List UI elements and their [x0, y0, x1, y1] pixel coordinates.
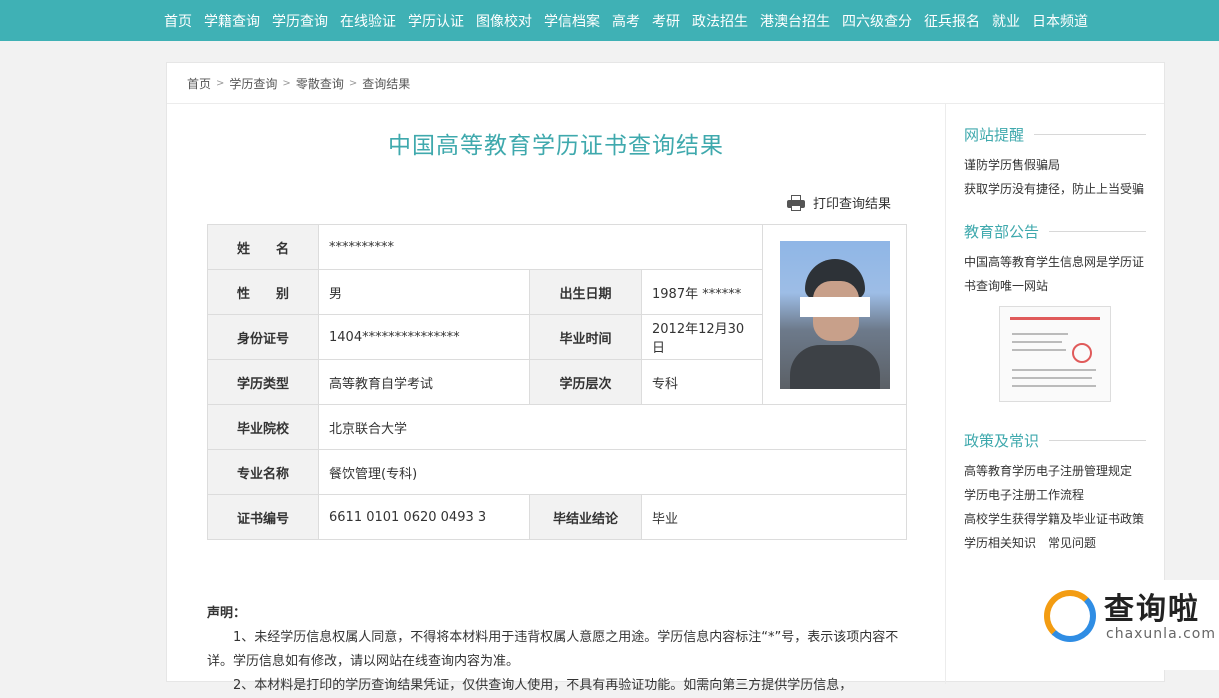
table-row: 证书编号 6611 0101 0620 0493 3 毕结业结论 毕业: [207, 494, 907, 540]
nav-item-japan[interactable]: 日本频道: [1026, 11, 1094, 31]
ministry-notice-image[interactable]: [999, 306, 1111, 402]
top-nav: 首页 学籍查询 学历查询 在线验证 学历认证 图像校对 学信档案 高考 考研 政…: [0, 0, 1219, 41]
result-table: 姓 名 ********** 性 别 男 出生日期 1987年 ****** 身…: [207, 224, 907, 540]
sidebar-link[interactable]: 高等教育学历电子注册管理规定: [964, 459, 1146, 483]
watermark-domain: chaxunla.com: [1106, 626, 1216, 642]
nav-item-archive[interactable]: 学信档案: [538, 11, 606, 31]
cert-label: 证书编号: [207, 494, 319, 540]
watermark-text: 查询啦: [1104, 592, 1200, 627]
sidebar-link[interactable]: 学历电子注册工作流程: [964, 483, 1146, 507]
sidebar-link[interactable]: 学历相关知识 常见问题: [964, 531, 1146, 555]
breadcrumb: 首页 > 学历查询 > 零散查询 > 查询结果: [187, 75, 410, 92]
school-label: 毕业院校: [207, 404, 319, 450]
sidebar-links-ministry: 中国高等教育学生信息网是学历证 书查询唯一网站: [964, 250, 1146, 298]
table-row: 姓 名 **********: [207, 224, 907, 405]
major-value: 餐饮管理(专科): [318, 449, 907, 495]
nav-item-kaoyan[interactable]: 考研: [646, 11, 686, 31]
major-label: 专业名称: [207, 449, 319, 495]
sidebar-link[interactable]: 获取学历没有捷径，防止上当受骗: [964, 177, 1146, 201]
declaration-item-2: 2、本材料是打印的学历查询结果凭证，仅供查询人使用，不具有再验证功能。如需向第三…: [233, 678, 853, 693]
breadcrumb-degree-query[interactable]: 学历查询: [229, 75, 277, 92]
gender-value: 男: [318, 269, 530, 315]
nav-item-jobs[interactable]: 就业: [986, 11, 1026, 31]
breadcrumb-separator: >: [216, 78, 225, 89]
content-card: 首页 > 学历查询 > 零散查询 > 查询结果 中国高等教育学历证书查询结果 打…: [166, 62, 1165, 693]
school-value: 北京联合大学: [318, 404, 907, 450]
main-panel: 中国高等教育学历证书查询结果 打印查询结果 姓 名 ********** 性 别…: [167, 104, 945, 693]
grad-time-value: 2012年12月30日: [641, 314, 763, 360]
nav-item-certification[interactable]: 学历认证: [402, 11, 470, 31]
sidebar-title-ministry: 教育部公告: [964, 223, 1040, 241]
sidebar-section-title: 政策及常识: [964, 430, 1146, 451]
sidebar-links-reminder: 谨防学历售假骗局 获取学历没有捷径，防止上当受骗: [964, 153, 1146, 201]
id-value: 1404***************: [318, 314, 530, 360]
column-divider: [945, 104, 946, 684]
site-watermark: 查询啦 chaxunla.com: [1032, 580, 1219, 670]
sidebar-link[interactable]: 中国高等教育学生信息网是学历证: [964, 250, 1146, 274]
nav-item-military[interactable]: 征兵报名: [918, 11, 986, 31]
student-photo: [779, 240, 890, 389]
declaration-heading: 声明：: [207, 606, 247, 621]
type-label: 学历类型: [207, 359, 319, 405]
level-value: 专科: [641, 359, 763, 405]
name-value: **********: [318, 224, 763, 270]
nav-item-home[interactable]: 首页: [158, 11, 198, 31]
printer-icon: [787, 194, 805, 211]
result-value: 毕业: [641, 494, 907, 540]
id-label: 身份证号: [207, 314, 319, 360]
nav-item-hmt[interactable]: 港澳台招生: [754, 11, 836, 31]
breadcrumb-current: 查询结果: [362, 77, 411, 91]
top-nav-items: 首页 学籍查询 学历查询 在线验证 学历认证 图像校对 学信档案 高考 考研 政…: [158, 0, 1094, 41]
cert-value: 6611 0101 0620 0493 3: [318, 494, 530, 540]
grad-time-label: 毕业时间: [529, 314, 642, 360]
birth-label: 出生日期: [529, 269, 642, 315]
nav-item-photo-check[interactable]: 图像校对: [470, 11, 538, 31]
sidebar-section-title: 网站提醒: [964, 124, 1146, 145]
sidebar-link[interactable]: 书查询唯一网站: [964, 274, 1146, 298]
result-label: 毕结业结论: [529, 494, 642, 540]
breadcrumb-home[interactable]: 首页: [187, 75, 211, 92]
sidebar-title-reminder: 网站提醒: [964, 126, 1025, 144]
breadcrumb-single-query[interactable]: 零散查询: [296, 75, 344, 92]
nav-item-degree-query[interactable]: 学历查询: [266, 11, 334, 31]
declaration: 声明： 1、未经学历信息权属人同意，不得将本材料用于违背权属人意愿之用途。学历信…: [207, 602, 907, 698]
breadcrumb-separator: >: [348, 78, 358, 89]
nav-item-enrollment[interactable]: 学籍查询: [198, 11, 266, 31]
table-row: 专业名称 餐饮管理(专科): [207, 449, 907, 495]
birth-value: 1987年 ******: [641, 269, 763, 315]
nav-item-law[interactable]: 政法招生: [686, 11, 754, 31]
nav-item-gaokao[interactable]: 高考: [606, 11, 646, 31]
print-result-button[interactable]: 打印查询结果: [787, 193, 891, 212]
sidebar-link[interactable]: 谨防学历售假骗局: [964, 153, 1146, 177]
table-row: 毕业院校 北京联合大学: [207, 404, 907, 450]
sidebar: 网站提醒 谨防学历售假骗局 获取学历没有捷径，防止上当受骗 教育部公告 中国高等…: [964, 104, 1146, 555]
type-value: 高等教育自学考试: [318, 359, 530, 405]
sidebar-links-policy: 高等教育学历电子注册管理规定 学历电子注册工作流程 高校学生获得学籍及毕业证书政…: [964, 459, 1146, 555]
breadcrumb-separator: >: [282, 78, 291, 89]
photo-cell: [762, 224, 907, 405]
gender-label: 性 别: [207, 269, 319, 315]
page-title: 中国高等教育学历证书查询结果: [388, 133, 724, 159]
nav-item-cet[interactable]: 四六级查分: [836, 11, 918, 31]
magnifier-logo-icon: [1044, 590, 1096, 642]
sidebar-section-title: 教育部公告: [964, 221, 1146, 242]
print-result-label: 打印查询结果: [813, 197, 892, 212]
level-label: 学历层次: [529, 359, 642, 405]
sidebar-title-policy: 政策及常识: [964, 432, 1040, 450]
name-label: 姓 名: [207, 224, 319, 270]
declaration-item-1: 1、未经学历信息权属人同意，不得将本材料用于违背权属人意愿之用途。学历信息内容标…: [207, 630, 899, 669]
nav-item-online-verify[interactable]: 在线验证: [334, 11, 402, 31]
sidebar-link[interactable]: 高校学生获得学籍及毕业证书政策: [964, 507, 1146, 531]
